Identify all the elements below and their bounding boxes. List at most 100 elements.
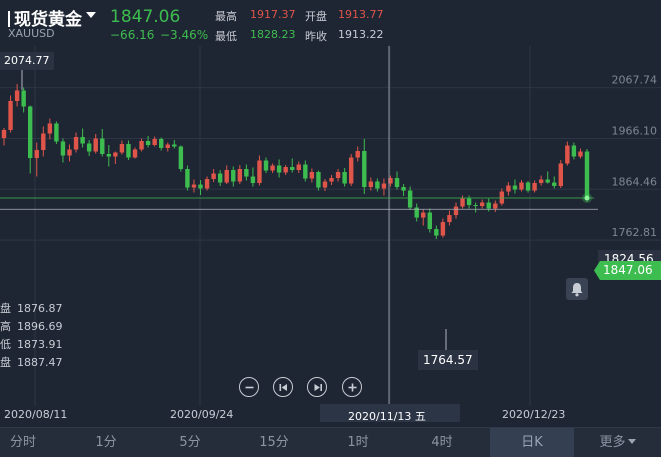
candle-body [172, 144, 177, 147]
tab-period[interactable]: 1时 [318, 428, 398, 457]
candle-body [329, 178, 334, 182]
candle-body [67, 149, 72, 156]
candle-body [519, 182, 524, 190]
candle-body [434, 229, 439, 236]
jump-last-button[interactable] [307, 377, 327, 397]
prev-close-value: 1913.22 [338, 28, 384, 41]
candle-body [263, 160, 269, 171]
candle-body [506, 185, 511, 192]
candle-body [198, 184, 203, 189]
date-tick: 2020/12/23 [502, 408, 566, 421]
candle-body [100, 138, 105, 155]
y-tick-label: 1966.10 [612, 124, 658, 137]
candle-body [159, 139, 164, 149]
tab-label: 1时 [347, 435, 369, 450]
title-bar [8, 11, 10, 27]
tab-label: 分时 [9, 435, 36, 450]
zoom-in-button[interactable] [342, 377, 362, 397]
candle-body [316, 172, 321, 188]
candle-body [460, 198, 465, 207]
candles-layer [1, 83, 590, 240]
candle-body [152, 139, 157, 146]
candle-body [578, 151, 583, 157]
ohlc-value: 1887.47 [17, 356, 63, 369]
candle-body [231, 170, 236, 182]
candle-body [342, 172, 347, 184]
tab-period[interactable]: 日K [490, 428, 574, 457]
candle-body [93, 138, 98, 152]
candle-body [217, 173, 223, 183]
chevron-down-icon[interactable] [86, 12, 96, 18]
candle-body [558, 163, 563, 187]
y-tick-label: 2067.74 [612, 74, 658, 87]
candle-body [303, 164, 308, 179]
candle-body [270, 165, 275, 171]
tab-label: 5分 [179, 435, 201, 450]
candle-body [250, 176, 256, 184]
candle-body [191, 184, 197, 188]
ohlc-value: 1876.87 [17, 302, 63, 315]
ohlc-row: 低 1873.91 [0, 336, 63, 352]
candle-body [204, 179, 210, 189]
candle-body [381, 183, 387, 189]
minus-icon [245, 386, 254, 389]
price-change: −66.16 [110, 28, 155, 42]
chart-overlay [0, 46, 598, 406]
candle-body [493, 203, 498, 209]
jump-first-button[interactable] [273, 377, 293, 397]
candlestick-chart[interactable]: 2067.74 1966.10 1864.46 1762.81 [0, 46, 661, 406]
candle-body [119, 144, 125, 153]
tab-period[interactable]: 15分 [234, 428, 314, 457]
tab-period[interactable]: 1分 [66, 428, 146, 457]
tab-period[interactable]: 4时 [402, 428, 482, 457]
candle-body [421, 212, 426, 218]
candle-body [309, 172, 315, 179]
candle-body [276, 165, 282, 173]
candle-body [532, 183, 537, 191]
date-tick: 2020/09/24 [170, 408, 234, 421]
tab-period[interactable]: 5分 [150, 428, 230, 457]
candle-body [283, 167, 288, 173]
candle-body [440, 222, 446, 236]
current-price-tag: 1847.06 [594, 261, 661, 280]
low-label: 最低 [215, 30, 237, 43]
zoom-out-button[interactable] [239, 377, 259, 397]
last-price: 1847.06 [110, 7, 181, 27]
prev-close-label: 昨收 [305, 30, 327, 43]
candle-body [473, 205, 478, 207]
y-tick-label: 1762.81 [612, 226, 658, 239]
ohlc-value: 1873.91 [17, 338, 63, 351]
date-axis: 2020/08/11 2020/09/24 2020/11/13 五 2020/… [0, 404, 661, 426]
candle-body [584, 151, 590, 199]
candle-body [394, 178, 400, 188]
price-change-percent: −3.46% [160, 28, 209, 42]
high-value: 1917.37 [250, 8, 296, 21]
candle-body [28, 106, 33, 159]
candle-body [427, 212, 432, 230]
candle-body [21, 90, 26, 107]
tab-period[interactable]: 分时 [0, 428, 46, 457]
skip-forward-icon [314, 384, 322, 391]
candle-body [525, 182, 531, 191]
candle-body [106, 154, 112, 157]
candle-body [60, 141, 66, 156]
candle-body [8, 100, 13, 130]
candle-body [86, 143, 92, 152]
tab-more[interactable]: 更多 [574, 428, 661, 457]
candle-body [479, 202, 485, 207]
quote-header: 现货黄金 XAUUSD 1847.06 −66.16 −3.46% 最高 191… [0, 0, 661, 46]
candle-body [552, 182, 557, 187]
candle-body [296, 164, 301, 171]
candle-body [132, 149, 138, 158]
candle-body [237, 169, 243, 182]
chart-grid: 2067.74 1966.10 1864.46 1762.81 [0, 46, 661, 406]
candle-body [538, 179, 544, 184]
bell-icon[interactable] [566, 278, 588, 300]
ohlc-row: 高 1896.69 [0, 318, 63, 334]
tab-label: 1分 [95, 435, 117, 450]
skip-back-icon [279, 384, 287, 391]
candle-body [355, 151, 360, 158]
tab-label: 15分 [259, 435, 289, 450]
candle-body [257, 160, 262, 184]
tab-label: 日K [521, 435, 543, 450]
